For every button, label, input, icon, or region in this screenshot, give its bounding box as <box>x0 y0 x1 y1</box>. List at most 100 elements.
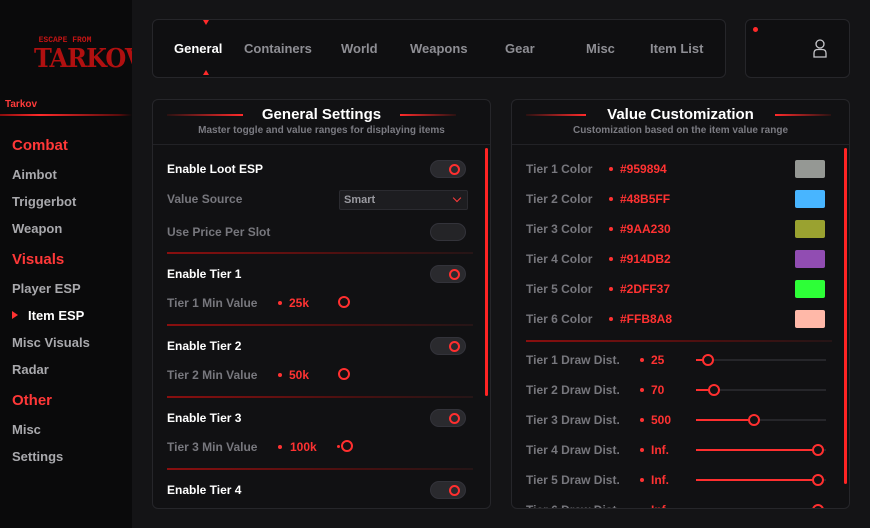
tab-containers[interactable]: Containers <box>244 41 312 56</box>
nav-item-misc-visuals[interactable]: Misc Visuals <box>12 335 90 350</box>
tier-2-min-value: 50k <box>289 368 310 382</box>
tier-2-color-hex: #48B5FF <box>620 192 671 206</box>
use-price-per-slot-toggle[interactable] <box>430 223 466 241</box>
enable-tier-2-label: Enable Tier 2 <box>167 339 242 353</box>
app-name: Tarkov <box>5 99 38 110</box>
tier-3-draw-dist-label: Tier 3 Draw Dist. <box>526 413 620 427</box>
value-source-select[interactable]: Smart <box>339 190 468 210</box>
tier-1-min-slider[interactable] <box>338 296 350 308</box>
nav-item-radar[interactable]: Radar <box>12 362 49 377</box>
tab-world[interactable]: World <box>341 41 378 56</box>
use-price-per-slot-label: Use Price Per Slot <box>167 225 271 239</box>
tier-4-color-label: Tier 4 Color <box>526 252 593 266</box>
enable-tier-1-label: Enable Tier 1 <box>167 267 242 281</box>
bullet <box>640 508 644 509</box>
tier-3-color-hex: #9AA230 <box>620 222 671 236</box>
tier-1-color-swatch[interactable] <box>795 160 825 178</box>
tier-3-draw-dist-slider[interactable] <box>748 414 761 426</box>
tier-3-draw-dist-fill <box>696 419 751 421</box>
app-name-underline <box>0 114 132 116</box>
divider <box>167 252 473 254</box>
bullet <box>609 167 613 171</box>
bullet <box>640 418 644 422</box>
tier-2-color-swatch[interactable] <box>795 190 825 208</box>
user-icon[interactable] <box>813 39 827 58</box>
bullet <box>609 197 613 201</box>
tier-6-color-hex: #FFB8A8 <box>620 312 673 326</box>
tier-4-draw-dist-slider[interactable] <box>812 444 824 456</box>
nav-item-settings[interactable]: Settings <box>12 449 63 464</box>
tier-2-min-label: Tier 2 Min Value <box>167 368 258 382</box>
enable-tier-4-toggle[interactable] <box>430 481 466 499</box>
tab-general[interactable]: General <box>174 41 222 56</box>
active-tab-marker-top <box>203 20 209 25</box>
divider <box>167 324 473 326</box>
tier-1-color-hex: #959894 <box>620 162 667 176</box>
tab-item-list[interactable]: Item List <box>650 41 703 56</box>
scrollbar[interactable] <box>844 148 847 484</box>
tier-6-color-label: Tier 6 Color <box>526 312 593 326</box>
value-source-label: Value Source <box>167 192 243 206</box>
tier-5-color-hex: #2DFF37 <box>620 282 671 296</box>
enable-loot-esp-toggle[interactable] <box>430 160 466 178</box>
nav-category-combat: Combat <box>12 137 68 154</box>
tier-4-color-swatch[interactable] <box>795 250 825 268</box>
header-divider <box>153 144 490 145</box>
tier-6-draw-dist-slider[interactable] <box>812 504 824 508</box>
tab-gear[interactable]: Gear <box>505 41 535 56</box>
tier-3-color-label: Tier 3 Color <box>526 222 593 236</box>
general-settings-subtitle: Master toggle and value ranges for displ… <box>198 125 445 136</box>
nav-item-aimbot[interactable]: Aimbot <box>12 167 57 182</box>
tab-weapons[interactable]: Weapons <box>410 41 468 56</box>
divider <box>167 468 473 470</box>
tier-6-draw-dist-label: Tier 6 Draw Dist. <box>526 503 620 508</box>
active-tab-marker-bottom <box>203 70 209 75</box>
tier-5-color-label: Tier 5 Color <box>526 282 593 296</box>
tier-2-draw-dist-slider[interactable] <box>707 384 720 396</box>
bullet <box>278 373 282 377</box>
bullet <box>640 478 644 482</box>
enable-loot-esp-label: Enable Loot ESP <box>167 162 264 176</box>
tier-1-draw-dist-slider[interactable] <box>701 354 714 366</box>
nav-item-misc[interactable]: Misc <box>12 422 41 437</box>
value-customization-subtitle: Customization based on the item value ra… <box>572 125 789 136</box>
tier-1-draw-dist-value: 25 <box>651 353 665 367</box>
tier-2-draw-dist-value: 70 <box>651 383 665 397</box>
general-settings-panel: General Settings Master toggle and value… <box>152 99 491 509</box>
bullet <box>609 317 613 321</box>
tier-2-min-slider[interactable] <box>338 368 350 380</box>
nav-item-triggerbot[interactable]: Triggerbot <box>12 194 76 209</box>
nav-item-player-esp[interactable]: Player ESP <box>12 281 81 296</box>
tier-6-color-swatch[interactable] <box>795 310 825 328</box>
tier-6-draw-dist-value: Inf. <box>651 503 669 508</box>
divider <box>167 396 473 398</box>
nav-item-weapon[interactable]: Weapon <box>12 221 62 236</box>
divider <box>526 340 832 342</box>
bullet <box>609 287 613 291</box>
bullet <box>640 448 644 452</box>
tier-4-draw-dist-fill <box>696 449 814 451</box>
tier-1-min-label: Tier 1 Min Value <box>167 296 258 310</box>
tier-2-draw-dist-label: Tier 2 Draw Dist. <box>526 383 620 397</box>
nav-item-item-esp[interactable]: Item ESP <box>28 308 84 323</box>
chevron-down-icon <box>452 193 462 203</box>
sidebar: ESCAPE FROM TARKOV Tarkov Combat Aimbot … <box>0 0 143 528</box>
enable-tier-1-toggle[interactable] <box>430 265 466 283</box>
tier-1-draw-dist-track <box>696 359 826 361</box>
enable-tier-3-toggle[interactable] <box>430 409 466 427</box>
tier-1-draw-dist-label: Tier 1 Draw Dist. <box>526 353 620 367</box>
value-source-value: Smart <box>344 194 376 206</box>
tier-5-draw-dist-slider[interactable] <box>812 474 824 486</box>
logo: ESCAPE FROM TARKOV <box>34 36 143 80</box>
nav-category-visuals: Visuals <box>12 251 65 268</box>
enable-tier-2-toggle[interactable] <box>430 337 466 355</box>
tier-4-draw-dist-value: Inf. <box>651 443 669 457</box>
tier-3-min-slider[interactable] <box>341 440 353 452</box>
enable-tier-4-label: Enable Tier 4 <box>167 483 242 497</box>
tier-5-color-swatch[interactable] <box>795 280 825 298</box>
tier-3-color-swatch[interactable] <box>795 220 825 238</box>
bullet <box>640 388 644 392</box>
tab-bar: General Containers World Weapons Gear Mi… <box>152 19 726 78</box>
scrollbar[interactable] <box>485 148 488 396</box>
tab-misc[interactable]: Misc <box>586 41 615 56</box>
